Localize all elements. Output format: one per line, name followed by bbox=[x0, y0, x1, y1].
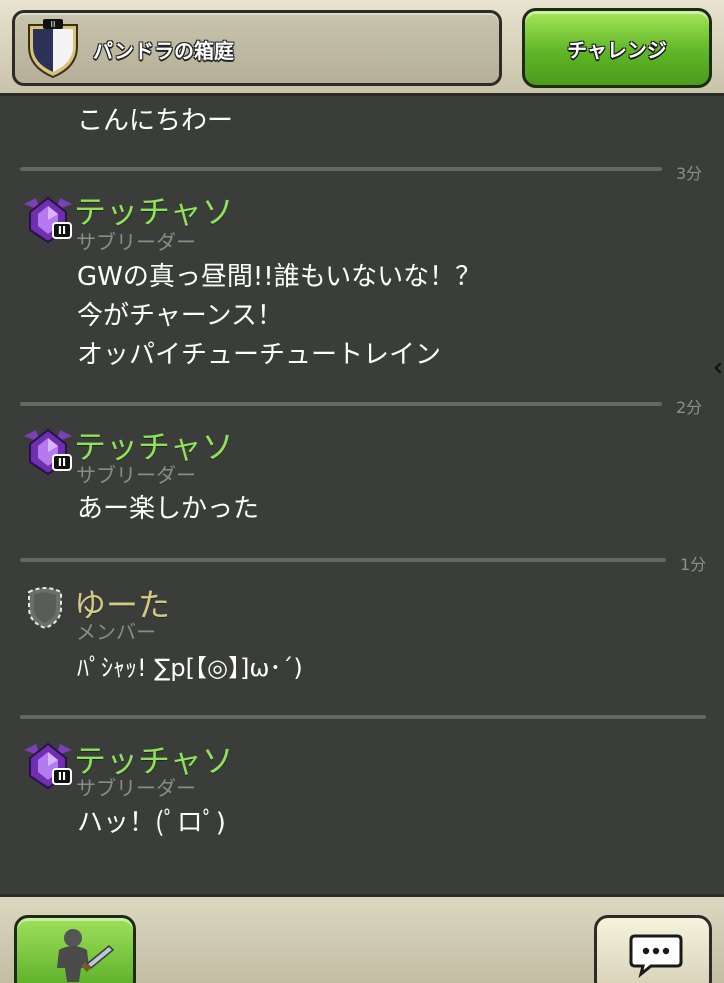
timestamp: 1分 bbox=[680, 555, 707, 574]
message-line: GWの真っ昼間!!誰もいないな！？ bbox=[77, 262, 482, 292]
scroll-indicator bbox=[714, 362, 724, 374]
challenge-button-label: チャレンジ bbox=[567, 37, 667, 62]
divider bbox=[20, 167, 662, 171]
author-role: サブリーダー bbox=[76, 776, 196, 800]
footer bbox=[0, 894, 724, 983]
challenge-button[interactable]: チャレンジ bbox=[522, 8, 712, 88]
empty-shield-icon bbox=[28, 587, 62, 630]
attack-button[interactable] bbox=[14, 915, 136, 983]
rank-tag: II bbox=[52, 768, 72, 785]
author-role: メンバー bbox=[76, 620, 156, 644]
message-line: ﾊﾟｼｬｯ! ∑p[【◎】]ω･´) bbox=[77, 654, 303, 682]
clan-name: パンドラの箱庭 bbox=[93, 39, 234, 63]
clan-shield-icon: II bbox=[28, 19, 78, 79]
timestamp: 2分 bbox=[676, 398, 703, 417]
message-line: オッパイチューチュートレイン bbox=[77, 340, 442, 370]
message-line: こんにちわー bbox=[77, 106, 234, 136]
message-line: 今がチャーンス！ bbox=[77, 301, 283, 331]
rank-tag: II bbox=[52, 454, 72, 471]
svg-text:II: II bbox=[51, 20, 56, 29]
divider bbox=[20, 558, 666, 562]
divider bbox=[20, 402, 662, 406]
clan-name-bar[interactable]: II パンドラの箱庭 bbox=[12, 10, 502, 86]
header: II パンドラの箱庭 チャレンジ bbox=[0, 0, 724, 96]
author-role: サブリーダー bbox=[76, 463, 196, 487]
message-line: あー楽しかった bbox=[77, 494, 260, 524]
rank-tag: II bbox=[52, 222, 72, 239]
timestamp: 3分 bbox=[676, 164, 703, 183]
speech-bubble-icon bbox=[629, 934, 683, 978]
author-role: サブリーダー bbox=[76, 230, 196, 254]
divider bbox=[20, 715, 706, 719]
message-line: ハッ！(ﾟロﾟ) bbox=[77, 808, 226, 838]
chat-log[interactable]: こんにちわー 3分 II テッチャソ サブリーダー GWの真っ昼間!!誰もいない… bbox=[0, 96, 724, 894]
barbarian-sword-icon bbox=[57, 929, 115, 982]
chat-input-button[interactable] bbox=[594, 915, 712, 983]
